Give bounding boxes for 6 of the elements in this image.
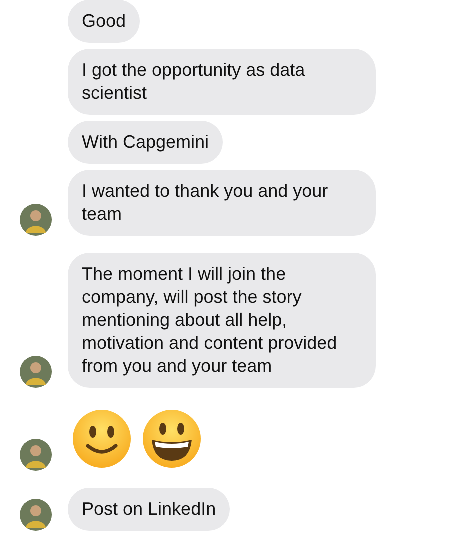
message-bubble: With Capgemini [68, 121, 224, 164]
message-bubble: Post on LinkedIn [68, 488, 230, 531]
message-bubble: The moment I will join the company, will post the story mentioning about all help, motivation and content provided from you and your team [68, 253, 376, 388]
message-bubble: Good [68, 0, 140, 43]
message-bubble: I wanted to thank you and your team [68, 170, 376, 236]
message-bubble: I got the opportunity as data scientist [68, 49, 376, 115]
